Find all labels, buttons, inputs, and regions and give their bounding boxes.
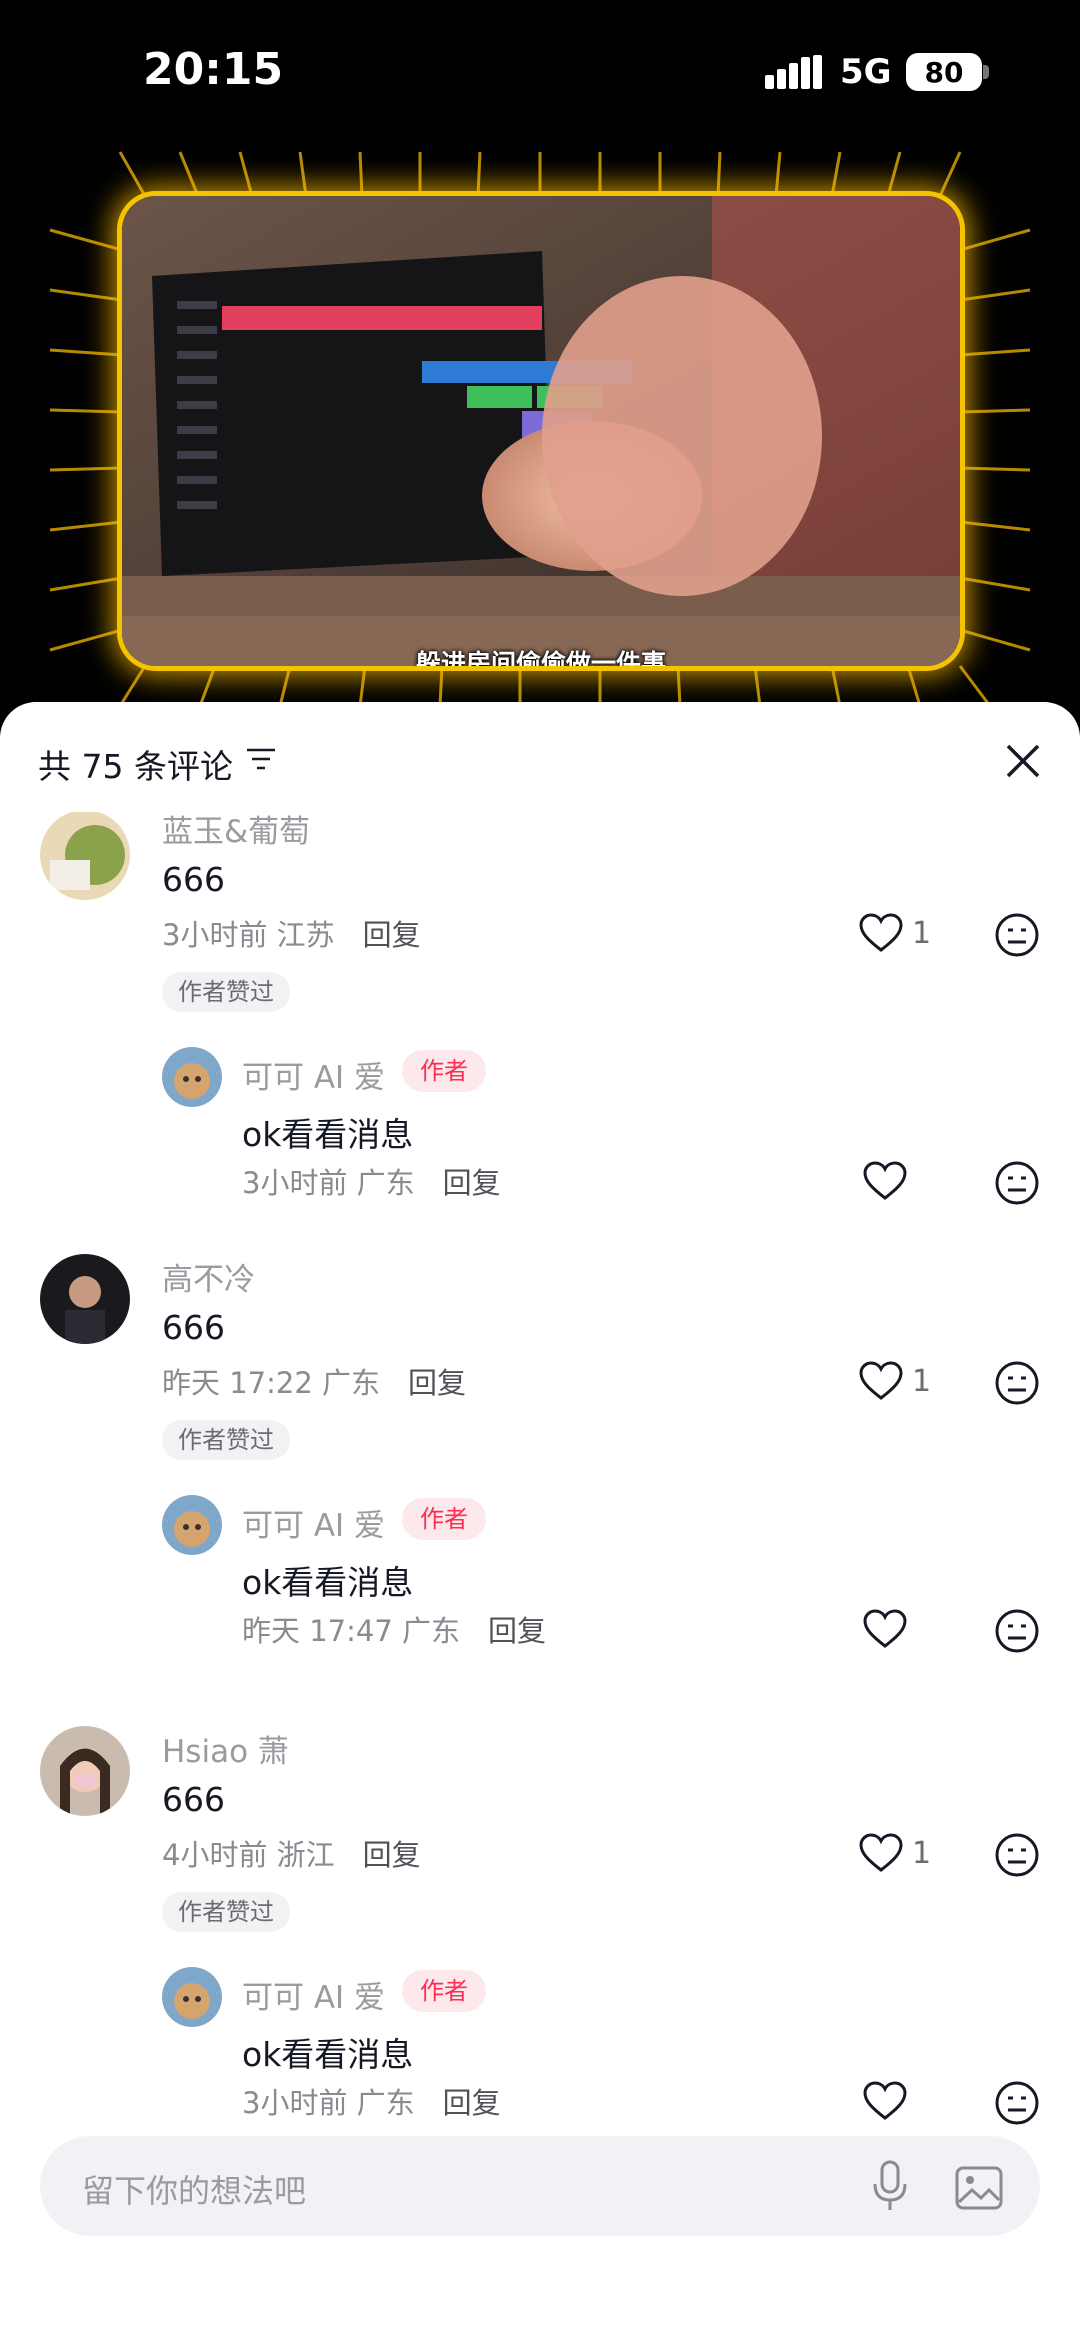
status-bar: 20:15 5G 80 — [0, 0, 1080, 150]
heart-icon[interactable] — [862, 1160, 908, 1202]
battery-tip — [983, 65, 989, 79]
video-frame[interactable]: 躲进房间偷偷做一件事 — [122, 196, 960, 666]
status-time: 20:15 — [143, 44, 284, 95]
comment-text[interactable]: 666 — [162, 1780, 225, 1819]
comment-author[interactable]: 高不冷 — [162, 1254, 255, 1299]
signal-icon — [765, 55, 822, 89]
comment-input-placeholder: 留下你的想法吧 — [82, 2172, 307, 2210]
emoji-icon[interactable] — [994, 912, 1040, 958]
reply-button[interactable]: 回复 — [363, 1838, 421, 1872]
reply-meta: 昨天 17:47 广东 回复 — [242, 1608, 546, 1650]
comment-list[interactable]: 蓝玉&葡萄 666 3小时前 江苏 回复 1 作者赞过 可可 AI 爱 作者 ok… — [0, 812, 1080, 2210]
comment-meta: 3小时前 江苏 回复 — [162, 912, 421, 954]
like-count: 1 — [912, 1364, 932, 1399]
comment-time-location: 昨天 17:22 广东 — [162, 1366, 381, 1400]
battery-level: 80 — [924, 55, 964, 89]
comment-text[interactable]: 666 — [162, 860, 225, 899]
emoji-icon[interactable] — [994, 1608, 1040, 1654]
comment-input[interactable]: 留下你的想法吧 — [40, 2136, 1040, 2236]
avatar[interactable] — [40, 1726, 130, 1816]
author-tag: 作者 — [402, 1498, 486, 1540]
reply-text[interactable]: ok看看消息 — [242, 2028, 413, 2076]
heart-icon[interactable] — [858, 1832, 904, 1874]
comment-author[interactable]: 蓝玉&葡萄 — [162, 812, 310, 851]
author-liked-badge: 作者赞过 — [162, 1420, 290, 1460]
reply-avatar[interactable] — [162, 1967, 222, 2027]
comment-time-location: 4小时前 浙江 — [162, 1838, 335, 1872]
reply-button[interactable]: 回复 — [443, 1166, 501, 1200]
mic-icon[interactable] — [872, 2160, 908, 2212]
reply-text[interactable]: ok看看消息 — [242, 1108, 413, 1156]
reply-author[interactable]: 可可 AI 爱 — [242, 1972, 385, 2017]
heart-icon[interactable] — [858, 1360, 904, 1402]
avatar[interactable] — [40, 1254, 130, 1344]
heart-icon[interactable] — [862, 1608, 908, 1650]
author-liked-badge: 作者赞过 — [162, 1892, 290, 1932]
comment-item: 高不冷 666 昨天 17:22 广东 回复 1 作者赞过 可可 AI 爱 作者 … — [0, 1254, 1080, 1714]
avatar[interactable] — [40, 812, 130, 900]
reply-author[interactable]: 可可 AI 爱 — [242, 1500, 385, 1545]
filter-icon[interactable] — [246, 747, 276, 771]
reply-meta: 3小时前 广东 回复 — [242, 2080, 501, 2122]
reply-time-location: 昨天 17:47 广东 — [242, 1614, 461, 1648]
image-icon[interactable] — [955, 2166, 1003, 2210]
comment-time-location: 3小时前 江苏 — [162, 918, 335, 952]
reply-meta: 3小时前 广东 回复 — [242, 1160, 501, 1202]
reply-button[interactable]: 回复 — [363, 918, 421, 952]
video-subtitle: 躲进房间偷偷做一件事 — [415, 649, 666, 666]
heart-icon[interactable] — [858, 912, 904, 954]
comment-sheet: 共 75 条评论 蓝玉&葡萄 666 3小时前 江苏 回复 1 作者赞过 可可 … — [0, 702, 1080, 2341]
heart-icon[interactable] — [862, 2080, 908, 2122]
reply-button[interactable]: 回复 — [488, 1614, 546, 1648]
reply-button[interactable]: 回复 — [443, 2086, 501, 2120]
emoji-icon[interactable] — [994, 1160, 1040, 1206]
author-tag: 作者 — [402, 1970, 486, 2012]
reply-avatar[interactable] — [162, 1047, 222, 1107]
video-player[interactable]: 躲进房间偷偷做一件事 — [0, 150, 1080, 710]
comment-meta: 4小时前 浙江 回复 — [162, 1832, 421, 1874]
comment-item: 蓝玉&葡萄 666 3小时前 江苏 回复 1 作者赞过 可可 AI 爱 作者 ok… — [0, 812, 1080, 1242]
reply-time-location: 3小时前 广东 — [242, 2086, 415, 2120]
video-thumbnail — [122, 196, 960, 666]
comment-header: 共 75 条评论 — [0, 702, 1080, 812]
author-liked-badge: 作者赞过 — [162, 972, 290, 1012]
author-tag: 作者 — [402, 1050, 486, 1092]
reply-text[interactable]: ok看看消息 — [242, 1556, 413, 1604]
like-count: 1 — [912, 916, 932, 951]
reply-author[interactable]: 可可 AI 爱 — [242, 1052, 385, 1097]
emoji-icon[interactable] — [994, 2080, 1040, 2126]
emoji-icon[interactable] — [994, 1360, 1040, 1406]
comment-count-title: 共 75 条评论 — [38, 747, 233, 786]
like-count: 1 — [912, 1836, 932, 1871]
emoji-icon[interactable] — [994, 1832, 1040, 1878]
close-icon[interactable] — [1000, 738, 1046, 784]
reply-avatar[interactable] — [162, 1495, 222, 1555]
battery-icon: 80 — [906, 53, 982, 91]
reply-button[interactable]: 回复 — [408, 1366, 466, 1400]
network-type: 5G — [840, 52, 892, 92]
comment-author[interactable]: Hsiao 萧 — [162, 1726, 289, 1771]
comment-text[interactable]: 666 — [162, 1308, 225, 1347]
reply-time-location: 3小时前 广东 — [242, 1166, 415, 1200]
comment-meta: 昨天 17:22 广东 回复 — [162, 1360, 466, 1402]
